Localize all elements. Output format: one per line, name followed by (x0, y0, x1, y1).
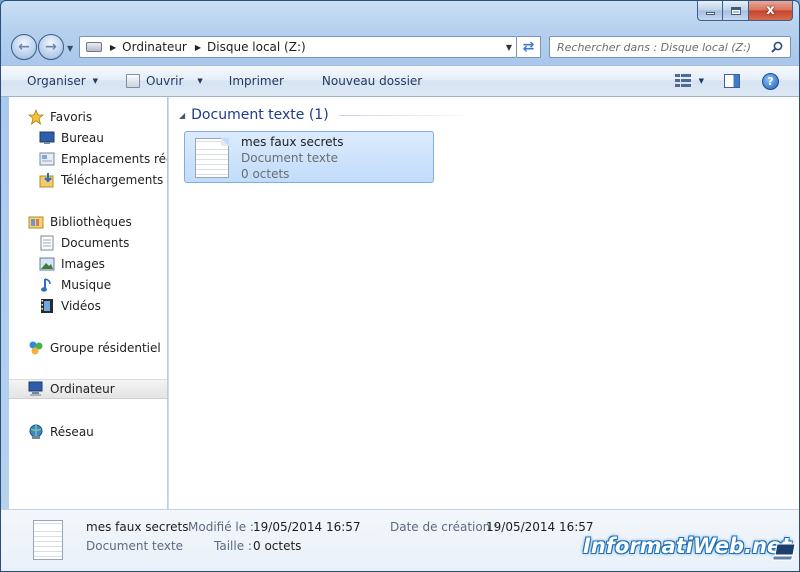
navigation-pane: Favoris Bureau Emplacements récents Télé… (9, 97, 167, 509)
content-pane: ◢ Document texte (1) mes faux secrets Do… (168, 97, 799, 509)
recent-places-icon (39, 151, 55, 167)
details-file-name: mes faux secrets (86, 520, 189, 534)
details-modified-value[interactable]: 19/05/2014 16:57 (253, 520, 361, 534)
arrow-left-icon: ← (18, 39, 30, 55)
videos-icon (39, 298, 55, 314)
homegroup-icon (28, 340, 44, 356)
desktop-icon (39, 130, 55, 146)
arrow-right-icon: → (45, 39, 57, 55)
organiser-button[interactable]: Organiser ▼ (19, 69, 106, 93)
recent-pages-chevron-icon[interactable]: ▼ (67, 44, 77, 53)
star-icon (28, 109, 44, 125)
forward-button[interactable]: → (38, 34, 64, 60)
details-size-value: 0 octets (253, 539, 302, 553)
details-created-label: Date de création : (390, 520, 499, 534)
caption-buttons: x (697, 1, 793, 21)
documents-icon (39, 235, 55, 251)
address-dropdown-icon[interactable]: ▼ (506, 43, 512, 52)
help-icon[interactable]: ? (762, 72, 779, 90)
collapse-triangle-icon[interactable]: ◢ (179, 111, 185, 120)
watermark-logo: InformatiWeb.net (583, 534, 792, 558)
file-type: Document texte (241, 151, 339, 165)
nav-item-videos[interactable]: Vidéos (9, 296, 167, 316)
nav-item-libraries[interactable]: Bibliothèques (9, 212, 167, 232)
file-name: mes faux secrets (241, 135, 344, 149)
minimize-icon (705, 12, 715, 15)
images-icon (39, 256, 55, 272)
nav-item-computer[interactable]: Ordinateur (9, 379, 167, 399)
group-divider (338, 114, 479, 116)
search-box[interactable] (549, 36, 791, 58)
refresh-icon: ⇄ (522, 39, 535, 55)
search-icon[interactable] (771, 41, 783, 53)
organiser-label: Organiser (27, 74, 86, 88)
group-header[interactable]: ◢ Document texte (1) (179, 107, 779, 123)
search-input[interactable] (557, 40, 767, 54)
breadcrumb-local-disk[interactable]: Disque local (Z:) (207, 40, 306, 54)
nav-item-music[interactable]: Musique (9, 275, 167, 295)
preview-pane-icon[interactable] (724, 74, 740, 88)
views-icon[interactable] (674, 74, 691, 88)
computer-icon (28, 381, 44, 397)
text-document-icon (33, 520, 63, 560)
back-button[interactable]: ← (11, 34, 37, 60)
command-bar: Organiser ▼ Ouvrir ▼ Imprimer Nouveau do… (1, 65, 799, 97)
nav-item-desktop[interactable]: Bureau (9, 128, 167, 148)
toolbar-right: ▼ ? (674, 66, 799, 96)
print-button[interactable]: Imprimer (221, 69, 292, 93)
details-size-label: Taille : (214, 539, 252, 553)
new-folder-button[interactable]: Nouveau dossier (314, 69, 430, 93)
new-folder-label: Nouveau dossier (321, 74, 423, 88)
nav-item-recent-places[interactable]: Emplacements récents (9, 149, 167, 169)
file-size: 0 octets (241, 167, 290, 181)
drive-icon (86, 42, 102, 52)
nav-item-images[interactable]: Images (9, 254, 167, 274)
views-dropdown-icon[interactable]: ▼ (699, 77, 704, 85)
details-created-value[interactable]: 19/05/2014 16:57 (486, 520, 594, 534)
nav-item-network[interactable]: Réseau (9, 422, 167, 442)
refresh-button[interactable]: ⇄ (517, 36, 541, 58)
breadcrumb-computer[interactable]: Ordinateur (122, 40, 187, 54)
file-item[interactable]: mes faux secrets Document texte 0 octets (184, 131, 434, 183)
laptop-logo-icon (773, 543, 796, 561)
open-label: Ouvrir (146, 74, 184, 88)
notepad-icon (126, 74, 141, 88)
details-file-type: Document texte (86, 539, 184, 553)
breadcrumb-separator-icon[interactable]: ▶ (110, 43, 116, 52)
maximize-button[interactable] (723, 1, 749, 21)
chevron-down-icon: ▼ (197, 77, 203, 85)
maximize-icon (730, 6, 741, 15)
music-icon (39, 277, 55, 293)
explorer-window: x ← → ▼ ▶ Ordinateur ▶ Disque local (Z:)… (0, 0, 800, 572)
group-title: Document texte (1) (191, 107, 329, 123)
libraries-icon (28, 214, 44, 230)
nav-item-downloads[interactable]: Téléchargements (9, 170, 167, 190)
breadcrumb-separator-icon[interactable]: ▶ (195, 43, 201, 52)
close-icon: x (766, 3, 775, 18)
history-buttons: ← → (11, 34, 67, 60)
chevron-down-icon: ▼ (92, 77, 99, 85)
downloads-icon (39, 172, 55, 188)
details-modified-label: Modifié le : (188, 520, 254, 534)
print-label: Imprimer (228, 74, 284, 88)
nav-item-documents[interactable]: Documents (9, 233, 167, 253)
address-bar[interactable]: ▶ Ordinateur ▶ Disque local (Z:) ▼ (79, 36, 517, 58)
minimize-button[interactable] (697, 1, 723, 21)
nav-item-homegroup[interactable]: Groupe résidentiel (9, 338, 167, 358)
close-button[interactable]: x (749, 1, 793, 21)
nav-item-favorites[interactable]: Favoris (9, 107, 167, 127)
text-document-icon (195, 138, 229, 178)
open-button[interactable]: Ouvrir ▼ (118, 69, 211, 93)
network-icon (28, 424, 44, 440)
